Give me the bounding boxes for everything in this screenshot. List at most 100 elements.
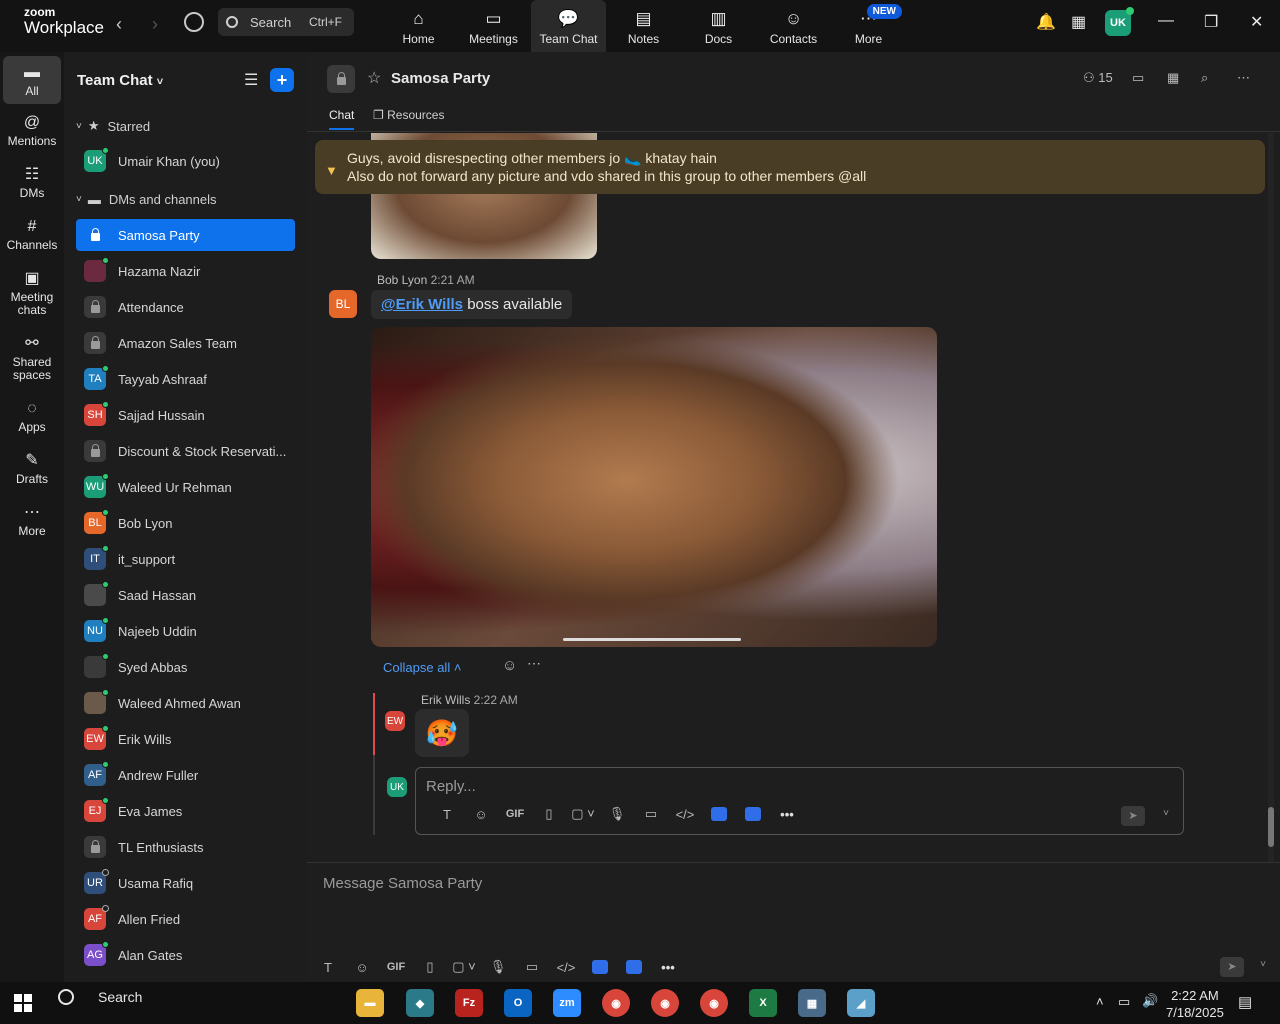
app-icon[interactable] bbox=[626, 960, 642, 974]
filter-icon[interactable]: ☰ bbox=[244, 70, 258, 90]
sidebar-item[interactable]: TL Enthusiasts bbox=[76, 831, 295, 863]
system-clock[interactable]: 2:22 AM 7/18/2025 bbox=[1166, 987, 1224, 1021]
file-icon[interactable]: ▯ bbox=[532, 806, 566, 822]
app-icon[interactable]: ◢ bbox=[847, 989, 875, 1017]
sidebar-item[interactable]: WU Waleed Ur Rehman bbox=[76, 471, 295, 503]
emoji-icon[interactable]: ☺ bbox=[345, 960, 379, 975]
windows-start-icon[interactable] bbox=[14, 994, 32, 1012]
sidebar-item[interactable]: SH Sajjad Hussain bbox=[76, 399, 295, 431]
search-icon[interactable]: ⌕ bbox=[1201, 70, 1208, 86]
rail-mentions[interactable]: @ Mentions bbox=[0, 114, 64, 148]
minimize-icon[interactable]: — bbox=[1158, 12, 1174, 30]
more-options-icon[interactable]: ⋯ bbox=[1237, 70, 1250, 86]
rail-drafts[interactable]: ✎ Drafts bbox=[0, 452, 64, 486]
rail-apps[interactable]: ◌ Apps bbox=[0, 400, 64, 434]
more-options-icon[interactable]: ••• bbox=[770, 807, 804, 822]
gif-icon[interactable]: GIF bbox=[379, 961, 413, 973]
sidebar-item[interactable]: EW Erik Wills bbox=[76, 723, 295, 755]
rail-all[interactable]: ▬ All bbox=[3, 56, 61, 104]
screenshot-icon[interactable]: ▢ ˅ bbox=[447, 959, 481, 975]
sidebar-item-self[interactable]: UK Umair Khan (you) bbox=[76, 145, 295, 177]
sidebar-item[interactable]: Saad Hassan bbox=[76, 579, 295, 611]
outlook-icon[interactable]: O bbox=[504, 989, 532, 1017]
dms-section[interactable]: ˅ ▬ DMs and channels bbox=[76, 192, 217, 207]
rail-more[interactable]: ⋯ More bbox=[0, 504, 64, 538]
file-explorer-icon[interactable]: ▬ bbox=[356, 989, 384, 1017]
video-clip-icon[interactable]: ▭ bbox=[515, 959, 549, 975]
collapse-all-link[interactable]: Collapse all ˄ bbox=[383, 660, 461, 675]
format-text-icon[interactable]: T bbox=[311, 960, 345, 975]
close-icon[interactable]: ✕ bbox=[1250, 12, 1263, 32]
sidebar-item[interactable]: AF Andrew Fuller bbox=[76, 759, 295, 791]
sidebar-item[interactable]: AG Alan Gates bbox=[76, 939, 295, 971]
restore-icon[interactable]: ❐ bbox=[1204, 12, 1218, 32]
forward-arrow-icon[interactable]: › bbox=[152, 14, 158, 35]
sidebar-item[interactable]: Syed Abbas bbox=[76, 651, 295, 683]
app-icon[interactable] bbox=[592, 960, 608, 974]
microphone-icon[interactable]: 🎙 bbox=[600, 806, 634, 822]
nav-team-chat[interactable]: 💬 Team Chat bbox=[531, 0, 606, 52]
excel-icon[interactable]: X bbox=[749, 989, 777, 1017]
nav-meetings[interactable]: ▭ Meetings bbox=[456, 0, 531, 52]
nav-more[interactable]: NEW ⋯ More bbox=[831, 0, 906, 52]
bell-icon[interactable]: 🔔 bbox=[1036, 12, 1056, 32]
rail-channels[interactable]: # Channels bbox=[0, 218, 64, 252]
app-icon[interactable] bbox=[745, 807, 761, 821]
members-button[interactable]: ⚇ 15 bbox=[1083, 70, 1113, 86]
sidebar-item[interactable]: UR Usama Rafiq bbox=[76, 867, 295, 899]
history-icon[interactable] bbox=[184, 12, 204, 32]
calculator-icon[interactable]: ▦ bbox=[798, 989, 826, 1017]
send-button[interactable]: ➤ bbox=[1121, 806, 1145, 826]
volume-icon[interactable]: 🔊 bbox=[1142, 993, 1158, 1009]
nav-notes[interactable]: ▤ Notes bbox=[606, 0, 681, 52]
sidebar-item[interactable]: Attendance bbox=[76, 291, 295, 323]
send-button[interactable]: ➤ bbox=[1220, 957, 1244, 977]
back-arrow-icon[interactable]: ‹ bbox=[116, 14, 122, 35]
sidebar-item[interactable]: BL Bob Lyon bbox=[76, 507, 295, 539]
sidebar-item[interactable]: Hazama Nazir bbox=[76, 255, 295, 287]
pinned-message[interactable]: ▼ Guys, avoid disrespecting other member… bbox=[315, 140, 1265, 194]
chrome-icon[interactable]: ◉ bbox=[602, 989, 630, 1017]
sidebar-item[interactable]: Amazon Sales Team bbox=[76, 327, 295, 359]
reply-input[interactable]: Reply... T ☺ GIF ▯ ▢ ˅ 🎙 ▭ </> ••• ➤ ˅ bbox=[415, 767, 1184, 835]
sidebar-item[interactable]: Waleed Ahmed Awan bbox=[76, 687, 295, 719]
mention-link[interactable]: @Erik Wills bbox=[381, 296, 463, 313]
more-options-icon[interactable]: ••• bbox=[651, 960, 685, 975]
zoom-icon[interactable]: zm bbox=[553, 989, 581, 1017]
sidebar-item[interactable]: NU Najeeb Uddin bbox=[76, 615, 295, 647]
chrome-icon[interactable]: ◉ bbox=[700, 989, 728, 1017]
message-composer[interactable]: Message Samosa Party T ☺ GIF ▯ ▢ ˅ 🎙 ▭ <… bbox=[307, 862, 1280, 982]
nav-docs[interactable]: ▥ Docs bbox=[681, 0, 756, 52]
app-icon[interactable]: ◆ bbox=[406, 989, 434, 1017]
search-input[interactable]: Search Ctrl+F bbox=[218, 8, 354, 36]
tab-chat[interactable]: Chat bbox=[329, 108, 355, 130]
sidebar-item[interactable]: IT it_support bbox=[76, 543, 295, 575]
shared-photo[interactable] bbox=[371, 327, 937, 647]
chrome-icon[interactable]: ◉ bbox=[651, 989, 679, 1017]
app-icon[interactable] bbox=[711, 807, 727, 821]
emoji-icon[interactable]: ☺ bbox=[464, 807, 498, 822]
format-text-icon[interactable]: T bbox=[430, 807, 464, 822]
starred-section[interactable]: ˅ ★ Starred bbox=[76, 118, 150, 134]
network-icon[interactable]: ▭ bbox=[1118, 994, 1130, 1010]
rail-meeting-chats[interactable]: ▣ Meeting chats bbox=[0, 270, 64, 317]
avatar[interactable]: EW bbox=[385, 711, 405, 731]
rail-dms[interactable]: ☷ DMs bbox=[0, 166, 64, 200]
calendar-icon[interactable]: ▦ bbox=[1071, 12, 1086, 32]
filezilla-icon[interactable]: Fz bbox=[455, 989, 483, 1017]
sidebar-title[interactable]: Team Chat ˅ bbox=[77, 72, 163, 89]
video-icon[interactable]: ▭ bbox=[1132, 70, 1144, 86]
avatar[interactable]: BL bbox=[329, 290, 357, 318]
gif-icon[interactable]: GIF bbox=[498, 808, 532, 820]
nav-home[interactable]: ⌂ Home bbox=[381, 0, 456, 52]
more-options-icon[interactable]: ⋯ bbox=[527, 655, 541, 672]
sidebar-item[interactable]: Discount & Stock Reservati... bbox=[76, 435, 295, 467]
chevron-down-icon[interactable]: ˅ bbox=[1163, 808, 1169, 819]
notifications-icon[interactable]: ▤ bbox=[1238, 993, 1252, 1011]
video-clip-icon[interactable]: ▭ bbox=[634, 806, 668, 822]
channel-title[interactable]: Samosa Party bbox=[391, 70, 490, 87]
add-reaction-icon[interactable]: ☺ bbox=[502, 657, 517, 674]
tab-resources[interactable]: ❐ Resources bbox=[373, 108, 444, 122]
scrollbar[interactable] bbox=[1268, 133, 1274, 863]
code-icon[interactable]: </> bbox=[549, 960, 583, 975]
